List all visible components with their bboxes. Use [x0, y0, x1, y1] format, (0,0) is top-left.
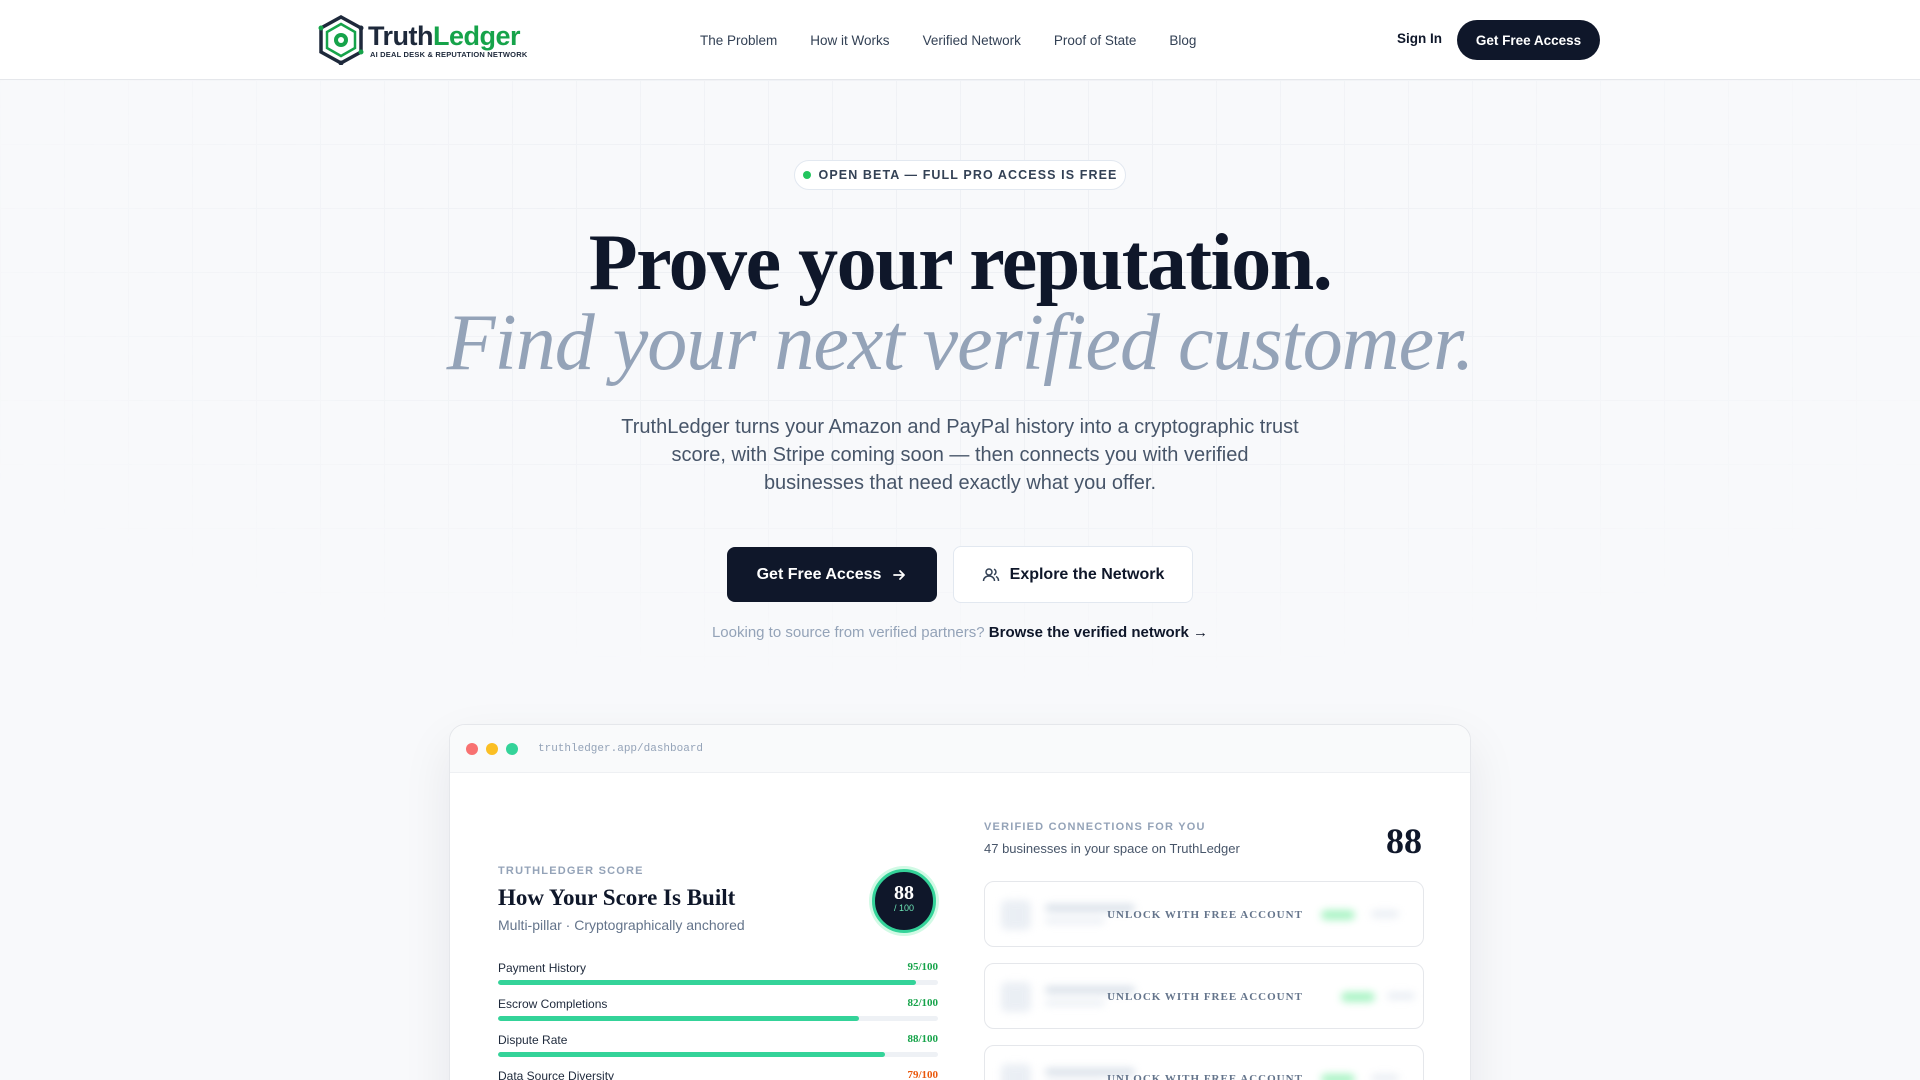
users-icon — [982, 567, 999, 581]
locked-connection-card[interactable]: UNLOCK WITH FREE ACCOUNT — [984, 1045, 1424, 1080]
nav-proof-of-state[interactable]: Proof of State — [1054, 33, 1137, 48]
explore-network-label: Explore the Network — [1009, 565, 1165, 583]
metric-track — [498, 1016, 938, 1021]
source-partners-text: Looking to source from verified partners… — [711, 624, 985, 641]
score-badge: 88 / 100 — [872, 869, 936, 933]
metric-value: 79/100 — [907, 1069, 938, 1080]
score-max: / 100 — [893, 903, 915, 913]
metric-label: Data Source Diversity — [498, 1069, 615, 1080]
metric-data-source-diversity: Data Source Diversity 79/100 — [498, 1069, 938, 1080]
metric-fill — [498, 980, 916, 985]
brand-logo[interactable]: TruthLedger AI DEAL DESK & REPUTATION NE… — [318, 14, 527, 66]
browse-network-link[interactable]: Browse the verified network → — [989, 624, 1208, 641]
status-dot-icon — [802, 171, 811, 179]
nav-blog[interactable]: Blog — [1169, 33, 1196, 48]
hero-title-italic: Find your next verified customer. — [446, 299, 1475, 387]
nav-the-problem[interactable]: The Problem — [700, 33, 777, 48]
sign-in-link[interactable]: Sign In — [1397, 31, 1442, 46]
metric-payment-history: Payment History 95/100 — [498, 961, 938, 985]
metric-track — [498, 980, 938, 985]
metric-fill — [498, 1016, 859, 1021]
connections-eyebrow: VERIFIED CONNECTIONS FOR YOU — [984, 821, 1206, 833]
metric-fill — [498, 1052, 886, 1057]
beta-badge-text: OPEN BETA — FULL PRO ACCESS IS FREE — [818, 168, 1118, 182]
metric-track — [498, 1052, 938, 1057]
locked-connection-card[interactable]: UNLOCK WITH FREE ACCOUNT — [984, 963, 1424, 1029]
metric-dispute-rate: Dispute Rate 88/100 — [498, 1033, 938, 1057]
metric-value: 88/100 — [907, 1033, 938, 1045]
connections-score: 88 — [1386, 821, 1422, 861]
get-free-access-button[interactable]: Get Free Access — [727, 547, 937, 602]
metric-escrow-completions: Escrow Completions 82/100 — [498, 997, 938, 1021]
dashboard-preview: truthledger.app/dashboard TRUTHLEDGER SC… — [449, 724, 1471, 1080]
metric-value: 82/100 — [907, 997, 938, 1009]
metric-label: Escrow Completions — [498, 997, 608, 1011]
unlock-label: UNLOCK WITH FREE ACCOUNT — [1107, 991, 1303, 1003]
score-value: 88 — [894, 882, 914, 904]
source-partners-line: Looking to source from verified partners… — [0, 624, 1920, 641]
beta-badge: OPEN BETA — FULL PRO ACCESS IS FREE — [794, 160, 1126, 190]
locked-connection-card[interactable]: UNLOCK WITH FREE ACCOUNT — [984, 881, 1424, 947]
connections-subtitle: 47 businesses in your space on TruthLedg… — [984, 841, 1240, 856]
metric-label: Dispute Rate — [498, 1033, 568, 1047]
explore-network-button[interactable]: Explore the Network — [953, 546, 1193, 603]
unlock-label: UNLOCK WITH FREE ACCOUNT — [1107, 1073, 1303, 1080]
connections-panel: VERIFIED CONNECTIONS FOR YOU 47 business… — [984, 821, 1424, 856]
score-subtitle: Multi-pillar · Cryptographically anchore… — [498, 917, 745, 933]
header-get-free-access-button[interactable]: Get Free Access — [1457, 20, 1600, 60]
window-minimize-icon — [486, 742, 498, 755]
arrow-right-icon — [893, 569, 906, 580]
score-eyebrow: TRUTHLEDGER SCORE — [498, 865, 644, 877]
window-maximize-icon — [506, 742, 518, 755]
hero-description: TruthLedger turns your Amazon and PayPal… — [621, 416, 1299, 494]
unlock-label: UNLOCK WITH FREE ACCOUNT — [1107, 909, 1303, 921]
nav-how-it-works[interactable]: How it Works — [810, 33, 889, 48]
metric-label: Payment History — [498, 961, 587, 975]
hero-title: Prove your reputation. — [588, 219, 1333, 307]
main-nav: The Problem How it Works Verified Networ… — [700, 0, 1229, 80]
get-free-access-label: Get Free Access — [756, 565, 882, 583]
browser-bar: truthledger.app/dashboard — [450, 725, 1470, 773]
site-header: TruthLedger AI DEAL DESK & REPUTATION NE… — [0, 0, 1920, 80]
brand-name: TruthLedger — [368, 20, 521, 51]
brand-tagline: AI DEAL DESK & REPUTATION NETWORK — [370, 49, 528, 59]
hexagon-shield-logo-icon — [318, 15, 364, 65]
nav-verified-network[interactable]: Verified Network — [923, 33, 1021, 48]
window-close-icon — [466, 742, 478, 755]
metric-value: 95/100 — [907, 961, 938, 973]
browser-url: truthledger.app/dashboard — [538, 742, 704, 755]
